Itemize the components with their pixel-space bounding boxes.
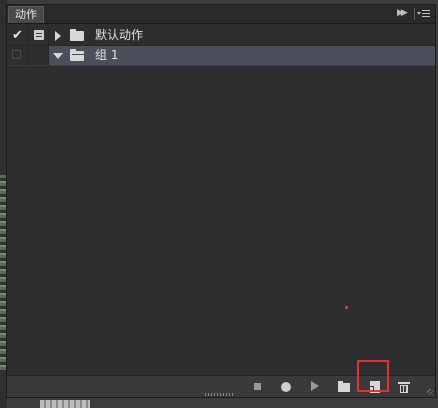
folder-icon <box>338 381 350 392</box>
double-chevron-right-icon[interactable]: ▶▶ <box>397 8 411 19</box>
play-button[interactable] <box>307 380 323 394</box>
new-set-button[interactable] <box>336 380 352 394</box>
toggle-checkbox[interactable]: ✔ <box>7 26 29 45</box>
background-photo-bottom <box>40 400 90 408</box>
tab-actions[interactable]: 动作 <box>8 6 44 23</box>
trash-icon <box>398 382 410 393</box>
dialog-icon <box>34 30 44 40</box>
corner-resize-icon[interactable] <box>427 389 433 395</box>
toggle-checkbox[interactable] <box>7 46 29 65</box>
action-set-label: 默认动作 <box>95 28 144 42</box>
action-set-row-selected[interactable]: 组 1 <box>7 46 435 66</box>
red-marker <box>345 306 348 309</box>
action-set-label: 组 1 <box>95 48 119 62</box>
stop-icon <box>254 383 261 390</box>
expand-triangle-icon[interactable] <box>55 31 61 41</box>
panel-menu-icon[interactable] <box>417 8 431 20</box>
record-button[interactable] <box>278 380 294 394</box>
menu-lines-icon <box>422 10 430 17</box>
checkmark-icon: ✔ <box>12 28 23 43</box>
dialog-toggle[interactable] <box>29 26 49 45</box>
action-set-row[interactable]: ✔ 默认动作 <box>7 26 435 46</box>
actions-list[interactable]: ✔ 默认动作 组 1 <box>7 24 435 376</box>
play-icon <box>311 381 319 391</box>
stop-button[interactable] <box>250 380 266 394</box>
folder-icon <box>70 29 84 41</box>
dialog-toggle[interactable] <box>29 46 49 65</box>
actions-panel: 动作 ▶▶ ✔ 默认动作 组 1 <box>6 4 436 398</box>
resize-handle[interactable] <box>205 393 235 396</box>
delete-button[interactable] <box>396 380 412 394</box>
panel-titlebar: 动作 ▶▶ <box>7 5 435 24</box>
menu-caret-icon <box>417 12 421 15</box>
record-icon <box>281 382 291 392</box>
collapse-triangle-icon[interactable] <box>53 53 63 59</box>
titlebar-divider <box>414 8 415 20</box>
highlight-box <box>357 360 389 392</box>
open-folder-icon <box>70 49 84 61</box>
empty-checkbox-icon <box>12 50 21 59</box>
